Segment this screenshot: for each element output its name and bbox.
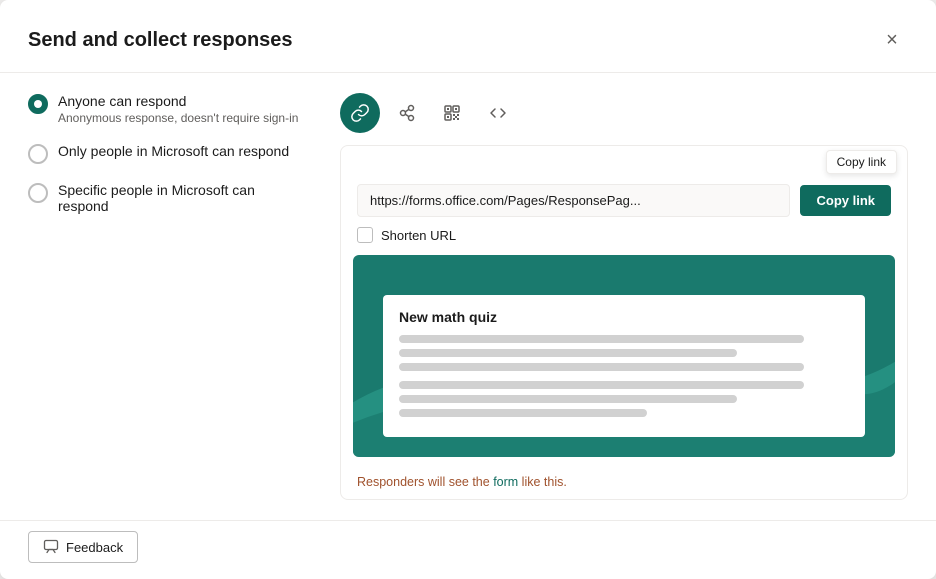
radio-specific-label: Specific people in Microsoft can respond: [58, 182, 308, 214]
feedback-button[interactable]: Feedback: [28, 531, 138, 563]
radio-circle-specific: [28, 183, 48, 203]
left-panel: Anyone can respond Anonymous response, d…: [28, 93, 308, 500]
shorten-url-row: Shorten URL: [341, 223, 907, 255]
copy-link-tooltip: Copy link: [826, 150, 897, 174]
tab-qr[interactable]: [432, 93, 472, 133]
dialog-body: Anyone can respond Anonymous response, d…: [0, 73, 936, 520]
right-panel: Copy link Copy link Shorten URL: [340, 93, 908, 500]
radio-circle-anyone: [28, 94, 48, 114]
radio-microsoft-text: Only people in Microsoft can respond: [58, 143, 289, 159]
preview-line-6: [399, 409, 647, 417]
radio-anyone-label: Anyone can respond: [58, 93, 298, 109]
close-button[interactable]: ×: [876, 24, 908, 56]
tab-share[interactable]: [386, 93, 426, 133]
radio-anyone-sublabel: Anonymous response, doesn't require sign…: [58, 111, 298, 125]
radio-anyone[interactable]: Anyone can respond Anonymous response, d…: [28, 93, 308, 125]
responders-form-link[interactable]: form: [493, 475, 518, 489]
radio-specific[interactable]: Specific people in Microsoft can respond: [28, 182, 308, 214]
copy-link-button[interactable]: Copy link: [800, 185, 891, 216]
radio-specific-text: Specific people in Microsoft can respond: [58, 182, 308, 214]
feedback-label: Feedback: [66, 540, 123, 555]
embed-icon: [488, 103, 508, 123]
form-preview-card: New math quiz: [383, 295, 865, 437]
preview-line-4: [399, 381, 804, 389]
send-collect-dialog: Send and collect responses × Anyone can …: [0, 0, 936, 579]
qr-icon: [442, 103, 462, 123]
share-icon: [396, 103, 416, 123]
radio-microsoft-only[interactable]: Only people in Microsoft can respond: [28, 143, 308, 164]
dialog-header: Send and collect responses ×: [0, 0, 936, 73]
tab-embed[interactable]: [478, 93, 518, 133]
dialog-title: Send and collect responses: [28, 29, 293, 52]
radio-anyone-text: Anyone can respond Anonymous response, d…: [58, 93, 298, 125]
link-row: Copy link: [341, 174, 907, 223]
link-icon: [350, 103, 370, 123]
responders-notice: Responders will see the form like this.: [341, 469, 907, 499]
radio-circle-microsoft: [28, 144, 48, 164]
tab-bar: [340, 93, 908, 133]
link-input[interactable]: [357, 184, 790, 217]
shorten-url-label: Shorten URL: [381, 228, 456, 243]
preview-line-3: [399, 363, 804, 371]
preview-quiz-title: New math quiz: [399, 309, 849, 325]
preview-line-5: [399, 395, 737, 403]
form-preview: New math quiz: [353, 255, 895, 457]
content-card: Copy link Copy link Shorten URL: [340, 145, 908, 500]
responders-text-before: Responders will see the: [357, 475, 493, 489]
tooltip-row: Copy link: [341, 146, 907, 174]
tab-link[interactable]: [340, 93, 380, 133]
responders-text-after: like this.: [518, 475, 567, 489]
radio-microsoft-label: Only people in Microsoft can respond: [58, 143, 289, 159]
preview-line-2: [399, 349, 737, 357]
shorten-url-checkbox[interactable]: [357, 227, 373, 243]
preview-line-1: [399, 335, 804, 343]
dialog-footer: Feedback: [0, 520, 936, 579]
feedback-icon: [43, 539, 59, 555]
